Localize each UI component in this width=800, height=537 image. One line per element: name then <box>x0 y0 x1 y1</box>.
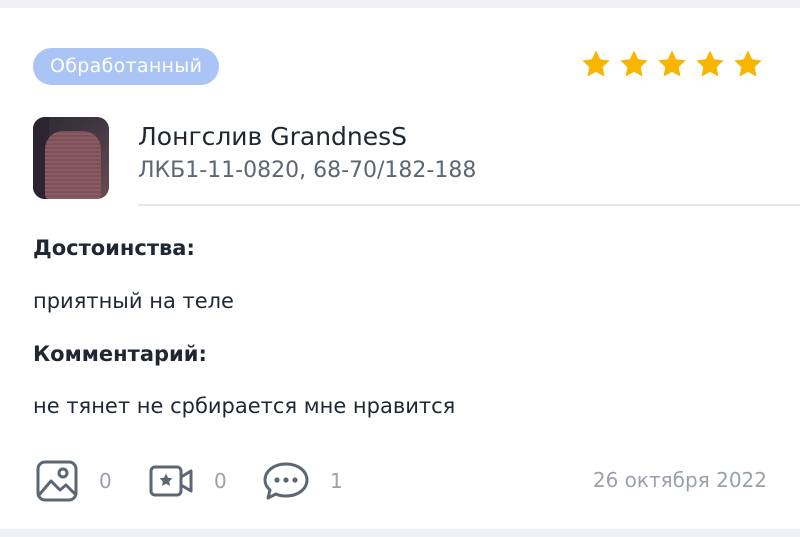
product-code: ЛКБ1-11-0820, 68-70/182-188 <box>138 158 477 183</box>
divider <box>138 204 800 206</box>
video-icon <box>149 465 193 497</box>
product-name[interactable]: Лонгслив GrandnesS <box>138 122 407 151</box>
star-icon <box>582 50 610 77</box>
comments-stat[interactable]: 1 <box>262 459 343 503</box>
advantages-text: приятный на теле <box>33 289 234 313</box>
review-date: 26 октября 2022 <box>592 468 767 492</box>
star-rating <box>580 48 764 80</box>
photos-count: 0 <box>99 469 112 493</box>
photos-stat[interactable]: 0 <box>35 459 112 503</box>
star-icon <box>620 50 648 77</box>
status-badge: Обработанный <box>33 48 220 85</box>
image-icon <box>36 460 78 502</box>
product-thumbnail[interactable] <box>33 117 109 199</box>
advantages-title: Достоинства: <box>33 236 195 260</box>
comment-text: не тянет не србирается мне нравится <box>33 394 456 418</box>
star-icon <box>696 50 724 77</box>
comment-title: Комментарий: <box>33 342 207 366</box>
star-icon <box>734 50 762 77</box>
comments-count: 1 <box>330 469 343 493</box>
comment-icon <box>263 462 309 500</box>
videos-count: 0 <box>214 469 227 493</box>
star-icon <box>658 50 686 77</box>
review-card: Обработанный Лонгслив GrandnesS ЛКБ1-11-… <box>0 8 800 529</box>
videos-stat[interactable]: 0 <box>148 459 227 503</box>
